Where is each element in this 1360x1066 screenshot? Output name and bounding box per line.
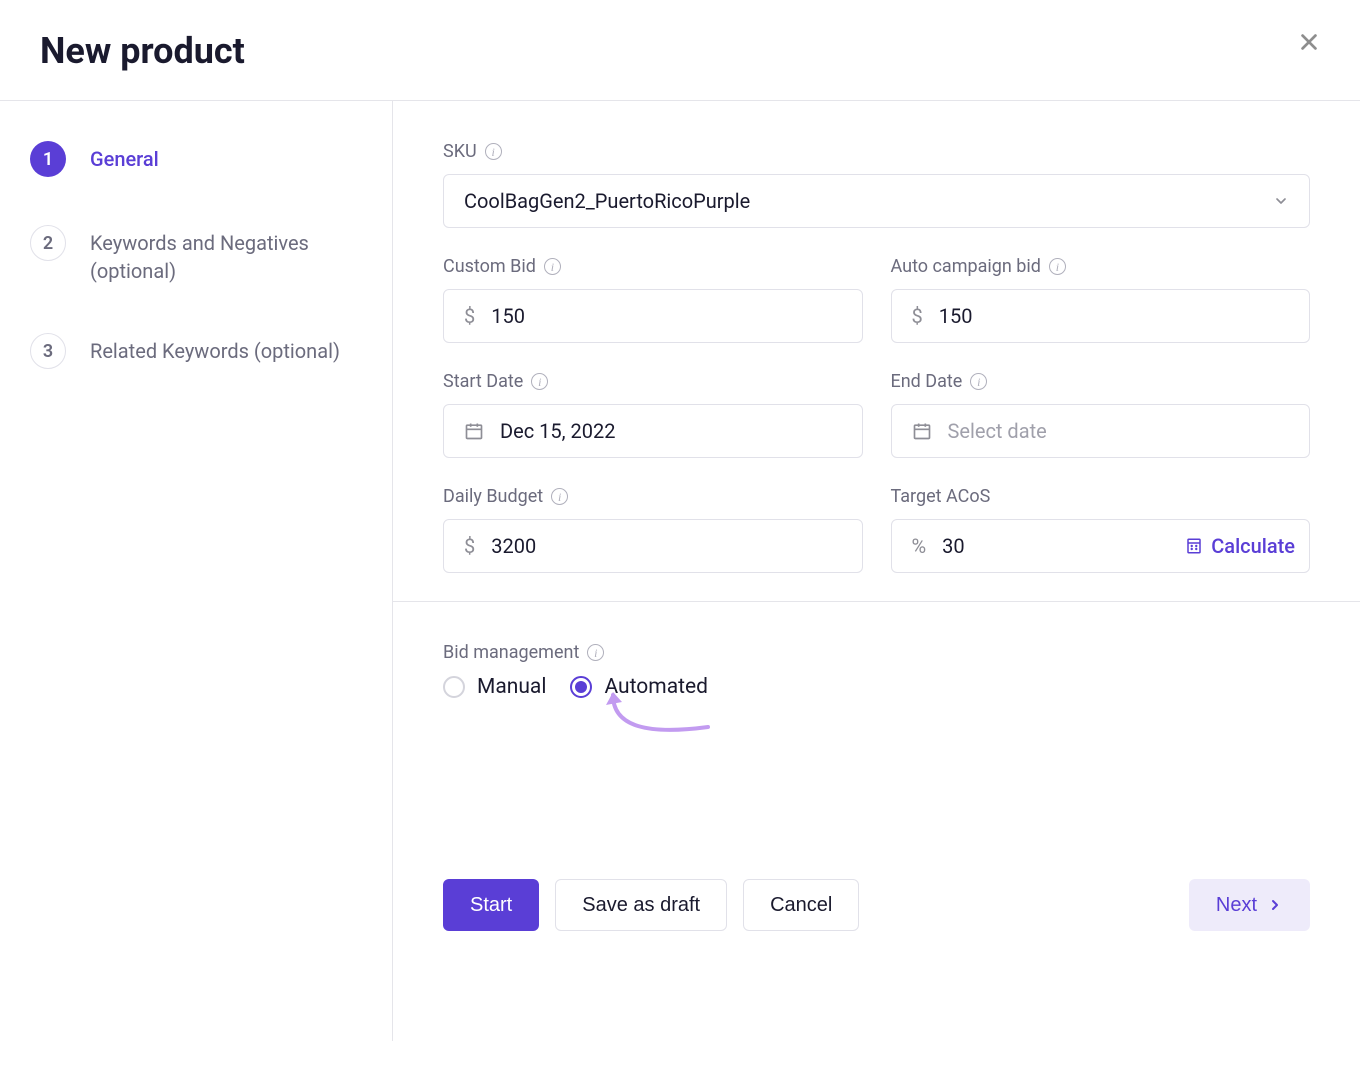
info-icon[interactable]: i — [1049, 258, 1066, 275]
close-icon — [1298, 31, 1320, 53]
step-label: Related Keywords (optional) — [90, 333, 340, 365]
percent-prefix: % — [912, 534, 927, 558]
auto-bid-label: Auto campaign bid i — [891, 256, 1311, 277]
start-date-label: Start Date i — [443, 371, 863, 392]
sku-label: SKU i — [443, 141, 1310, 162]
wizard-steps-sidebar: 1 General 2 Keywords and Negatives (opti… — [0, 101, 393, 1041]
target-acos-input[interactable]: % 30 Calculate — [891, 519, 1311, 573]
step-number: 2 — [30, 225, 66, 261]
radio-indicator — [570, 676, 592, 698]
radio-label: Automated — [604, 675, 708, 699]
bid-management-label: Bid management i — [443, 642, 1310, 663]
radio-automated[interactable]: Automated — [570, 675, 708, 699]
start-date-input[interactable]: Dec 15, 2022 — [443, 404, 863, 458]
step-keywords-negatives[interactable]: 2 Keywords and Negatives (optional) — [30, 225, 362, 285]
step-number: 1 — [30, 141, 66, 177]
end-date-input[interactable]: Select date — [891, 404, 1311, 458]
cancel-button[interactable]: Cancel — [743, 879, 859, 931]
info-icon[interactable]: i — [531, 373, 548, 390]
calculator-icon — [1185, 537, 1203, 555]
info-icon[interactable]: i — [587, 644, 604, 661]
step-label: Keywords and Negatives (optional) — [90, 225, 362, 285]
divider — [393, 601, 1360, 602]
end-date-placeholder: Select date — [948, 419, 1290, 443]
target-acos-label: Target ACoS — [891, 486, 1311, 507]
custom-bid-value: 150 — [491, 304, 841, 328]
main-form: SKU i CoolBagGen2_PuertoRicoPurple Custo… — [393, 101, 1360, 1041]
start-button[interactable]: Start — [443, 879, 539, 931]
currency-prefix: $ — [464, 534, 475, 558]
save-draft-button[interactable]: Save as draft — [555, 879, 727, 931]
info-icon[interactable]: i — [544, 258, 561, 275]
radio-manual[interactable]: Manual — [443, 675, 546, 699]
auto-bid-value: 150 — [939, 304, 1289, 328]
daily-budget-value: 3200 — [491, 534, 841, 558]
currency-prefix: $ — [912, 304, 923, 328]
info-icon[interactable]: i — [485, 143, 502, 160]
calculate-button[interactable]: Calculate — [1185, 534, 1295, 558]
end-date-label: End Date i — [891, 371, 1311, 392]
radio-label: Manual — [477, 675, 546, 699]
auto-bid-input[interactable]: $ 150 — [891, 289, 1311, 343]
step-label: General — [90, 141, 159, 173]
close-button[interactable] — [1298, 30, 1320, 58]
currency-prefix: $ — [464, 304, 475, 328]
info-icon[interactable]: i — [551, 488, 568, 505]
target-acos-value: 30 — [942, 534, 1169, 558]
sku-value: CoolBagGen2_PuertoRicoPurple — [464, 189, 1257, 213]
step-general[interactable]: 1 General — [30, 141, 362, 177]
chevron-right-icon — [1267, 897, 1283, 913]
page-title: New product — [40, 30, 245, 72]
sku-select[interactable]: CoolBagGen2_PuertoRicoPurple — [443, 174, 1310, 228]
calendar-icon — [912, 421, 932, 441]
daily-budget-label: Daily Budget i — [443, 486, 863, 507]
daily-budget-input[interactable]: $ 3200 — [443, 519, 863, 573]
step-number: 3 — [30, 333, 66, 369]
next-button[interactable]: Next — [1189, 879, 1310, 931]
info-icon[interactable]: i — [970, 373, 987, 390]
radio-indicator — [443, 676, 465, 698]
start-date-value: Dec 15, 2022 — [500, 419, 842, 443]
custom-bid-input[interactable]: $ 150 — [443, 289, 863, 343]
step-related-keywords[interactable]: 3 Related Keywords (optional) — [30, 333, 362, 369]
calendar-icon — [464, 421, 484, 441]
custom-bid-label: Custom Bid i — [443, 256, 863, 277]
chevron-down-icon — [1273, 193, 1289, 209]
